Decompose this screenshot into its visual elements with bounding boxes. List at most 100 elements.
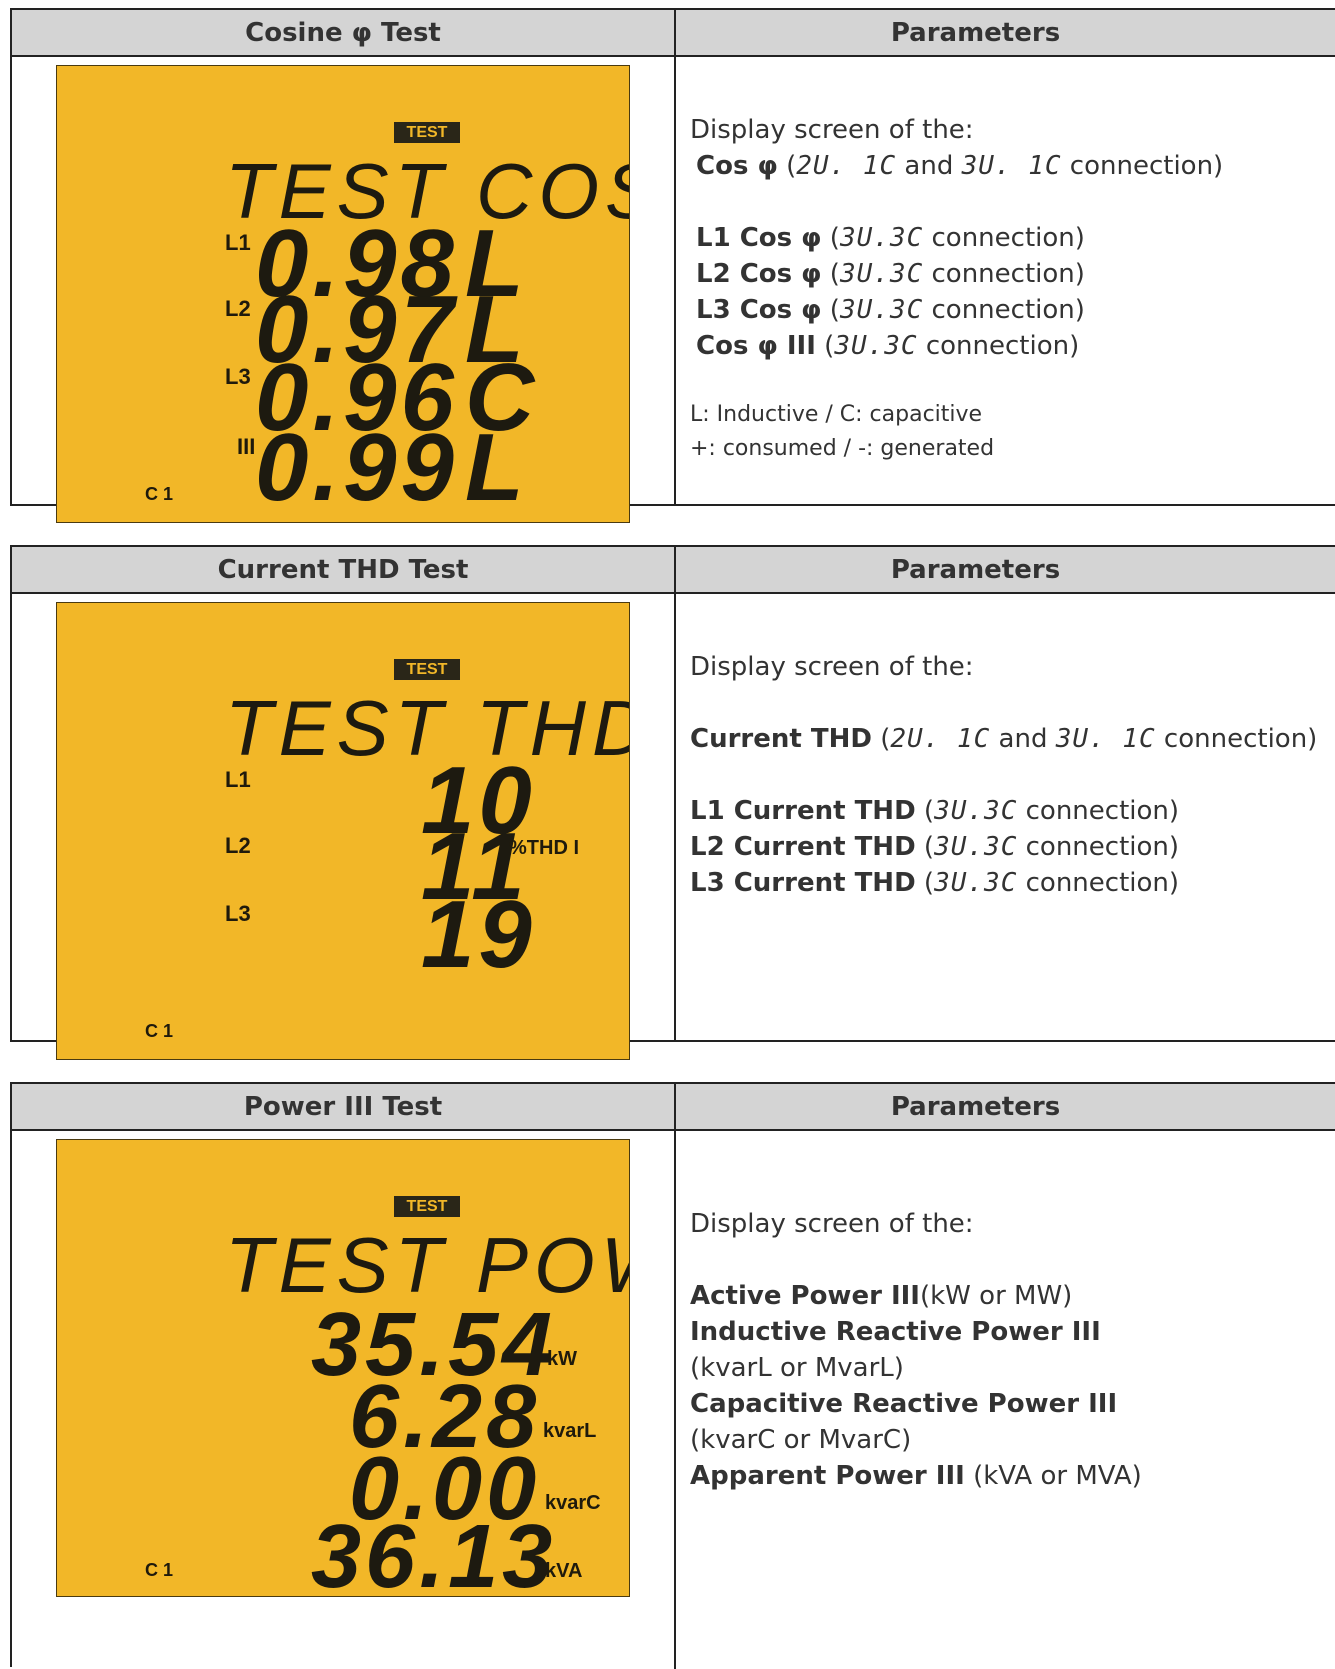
item-rest: connection) bbox=[1017, 832, 1180, 862]
and-text: and bbox=[990, 724, 1056, 754]
apparent-power-line: Apparent Power III (kVA or MVA) bbox=[690, 1461, 1142, 1491]
power-test-table: Power III Test Parameters TEST TEST POW … bbox=[10, 1082, 1335, 1669]
intro-text: Display screen of the: bbox=[690, 115, 974, 145]
item-rest: connection) bbox=[1017, 868, 1180, 898]
parameters-cell: Display screen of the: Active Power III(… bbox=[676, 1131, 1335, 1669]
cos-l3-line: L3 Cos φ (3U.3C connection) bbox=[696, 295, 1085, 325]
item-segment: 3U.3C bbox=[934, 868, 1018, 898]
item-bold: L3 Current THD bbox=[690, 868, 916, 898]
active-power-bold: Active Power III bbox=[690, 1281, 920, 1311]
cos-l1-line: L1 Cos φ (3U.3C connection) bbox=[696, 223, 1085, 253]
channel-label: C 1 bbox=[145, 1560, 174, 1580]
header-thd-test: Current THD Test bbox=[12, 547, 676, 592]
item-segment: 3U.3C bbox=[839, 223, 924, 253]
row-label-l2: L2 bbox=[225, 833, 251, 858]
lcd-display: TEST TEST THD L1 10 L2 11 %THD I L3 19 C… bbox=[56, 602, 630, 1060]
thd-l2-line: L2 Current THD (3U.3C connection) bbox=[690, 832, 1180, 862]
capacitive-power-bold: Capacitive Reactive Power III bbox=[690, 1389, 1118, 1419]
lcd-display: TEST TEST POW 35.54 kW 6.28 kvarL 0.00 k… bbox=[56, 1139, 630, 1597]
active-power-units: (kW or MW) bbox=[919, 1281, 1073, 1311]
item-bold: L2 Current THD bbox=[690, 832, 916, 862]
thd-l3-line: L3 Current THD (3U.3C connection) bbox=[690, 868, 1180, 898]
segment-3u1c: 3U. 1C bbox=[961, 151, 1062, 181]
cos-iii-line: Cos φ III (3U.3C connection) bbox=[696, 331, 1080, 361]
connection-text: connection) bbox=[1155, 724, 1318, 754]
cos-line: Cos φ (2U. 1C and 3U. 1C connection) bbox=[696, 151, 1223, 181]
item-bold: L1 Cos φ bbox=[696, 223, 822, 253]
cos-bold: Cos φ bbox=[696, 151, 778, 181]
segment-2u1c: 2U. 1C bbox=[796, 151, 897, 181]
and-text: and bbox=[896, 151, 962, 181]
active-power-unit: kW bbox=[547, 1348, 577, 1370]
row-label-l1: L1 bbox=[225, 230, 251, 255]
inductive-power-line: Inductive Reactive Power III bbox=[690, 1317, 1101, 1347]
lcd-title: TEST POW bbox=[225, 1221, 629, 1309]
cos-test-table: Cosine φ Test Parameters TEST TEST COS L… bbox=[10, 8, 1335, 523]
table-header: Cosine φ Test Parameters bbox=[12, 10, 1335, 57]
thd-test-table: Current THD Test Parameters TEST TEST TH… bbox=[10, 545, 1335, 1060]
lcd-cell: TEST TEST COS L1 0.98 L L2 0.97 L L3 0.9… bbox=[12, 57, 676, 523]
inductive-power-unit: kvarL bbox=[543, 1420, 597, 1442]
item-segment: 3U.3C bbox=[834, 331, 918, 361]
apparent-power-bold: Apparent Power III bbox=[690, 1461, 965, 1491]
item-rest: connection) bbox=[923, 295, 1085, 325]
inductive-power-bold: Inductive Reactive Power III bbox=[690, 1317, 1101, 1347]
test-tag: TEST bbox=[394, 122, 460, 143]
item-rest: connection) bbox=[917, 331, 1080, 361]
thd-unit-label: %THD I bbox=[509, 837, 579, 859]
item-bold: L2 Cos φ bbox=[696, 259, 822, 289]
capacitive-power-line: Capacitive Reactive Power III bbox=[690, 1389, 1117, 1419]
item-rest: connection) bbox=[1017, 796, 1180, 826]
thd-line: Current THD (2U. 1C and 3U. 1C connectio… bbox=[690, 724, 1317, 754]
note-consumed: +: consumed / -: generated bbox=[690, 436, 995, 461]
channel-label: C 1 bbox=[145, 1021, 174, 1041]
paren: ( bbox=[777, 151, 797, 181]
lcd-display: TEST TEST COS L1 0.98 L L2 0.97 L L3 0.9… bbox=[56, 65, 630, 523]
paren: ( bbox=[871, 724, 891, 754]
segment-2u1c: 2U. 1C bbox=[890, 724, 991, 754]
note-inductive: L: Inductive / C: capacitive bbox=[690, 402, 983, 427]
item-segment: 3U.3C bbox=[839, 295, 924, 325]
test-tag: TEST bbox=[394, 1196, 460, 1217]
item-segment: 3U.3C bbox=[839, 259, 924, 289]
row-label-l3: L3 bbox=[225, 901, 251, 926]
active-power-line: Active Power III(kW or MW) bbox=[690, 1281, 1072, 1311]
row-label-l3: L3 bbox=[225, 364, 251, 389]
channel-label: C 1 bbox=[145, 484, 174, 504]
table-header: Current THD Test Parameters bbox=[12, 547, 1335, 594]
header-parameters: Parameters bbox=[890, 17, 1061, 48]
table-header: Power III Test Parameters bbox=[12, 1084, 1335, 1131]
test-tag: TEST bbox=[394, 659, 460, 680]
row-unit-iii: L bbox=[465, 414, 528, 521]
inductive-power-units: (kvarL or MvarL) bbox=[690, 1353, 904, 1383]
apparent-power-value: 36.13 bbox=[311, 1507, 557, 1597]
item-segment: 3U.3C bbox=[934, 832, 1018, 862]
segment-3u1c: 3U. 1C bbox=[1055, 724, 1156, 754]
thd-bold: Current THD bbox=[690, 724, 872, 754]
apparent-power-unit: kVA bbox=[545, 1560, 583, 1582]
lcd-cell: TEST TEST POW 35.54 kW 6.28 kvarL 0.00 k… bbox=[12, 1131, 676, 1669]
lcd-cell: TEST TEST THD L1 10 L2 11 %THD I L3 19 C… bbox=[12, 594, 676, 1060]
header-parameters: Parameters bbox=[890, 1091, 1061, 1122]
item-bold: L3 Cos φ bbox=[696, 295, 822, 325]
apparent-power-units: (kVA or MVA) bbox=[964, 1461, 1142, 1491]
row-label-l1: L1 bbox=[225, 767, 251, 792]
capacitive-power-units: (kvarC or MvarC) bbox=[690, 1425, 912, 1455]
item-segment: 3U.3C bbox=[934, 796, 1018, 826]
row-label-iii: III bbox=[237, 434, 256, 459]
item-bold: L1 Current THD bbox=[690, 796, 916, 826]
row-value-l3: 19 bbox=[421, 881, 536, 988]
parameters-cell: Display screen of the: Cos φ (2U. 1C and… bbox=[676, 57, 1335, 506]
intro-text: Display screen of the: bbox=[690, 1209, 974, 1239]
item-rest: connection) bbox=[923, 223, 1085, 253]
connection-text: connection) bbox=[1061, 151, 1224, 181]
item-rest: connection) bbox=[923, 259, 1085, 289]
header-power-test: Power III Test bbox=[12, 1084, 676, 1129]
row-value-iii: 0.99 bbox=[255, 414, 458, 521]
header-parameters: Parameters bbox=[890, 554, 1061, 585]
parameters-cell: Display screen of the: Current THD (2U. … bbox=[676, 594, 1335, 1042]
item-bold: Cos φ III bbox=[696, 331, 816, 361]
cos-l2-line: L2 Cos φ (3U.3C connection) bbox=[696, 259, 1085, 289]
header-cos-test: Cosine φ Test bbox=[12, 10, 676, 55]
thd-l1-line: L1 Current THD (3U.3C connection) bbox=[690, 796, 1180, 826]
